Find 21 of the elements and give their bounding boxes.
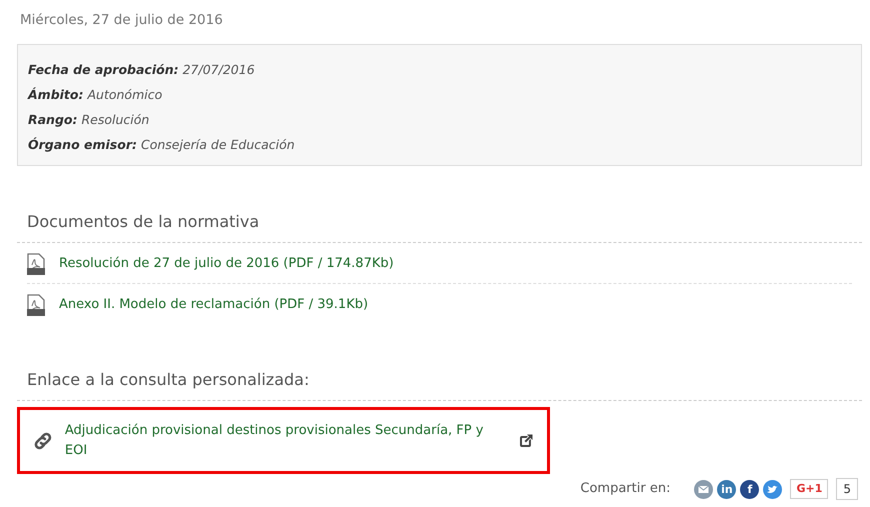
share-icon[interactable]: f [740,480,760,498]
section-heading: Documentos de la normativa [17,210,862,243]
pdf-file-icon [27,294,45,316]
pdf-file-icon [27,253,45,275]
info-line: Rango: Resolución [28,111,150,129]
external-link[interactable]: Adjudicación provisional destinos provisionales Secundaría, FP y EOI [64,421,508,460]
document-link[interactable]: Resolución de 27 de julio de 2016 (PDF / 174.87Kb) [59,254,394,274]
share-icon[interactable]: in [717,480,736,498]
share-count: 5 [836,478,858,500]
info-line: Órgano emisor: Consejería de Educación [28,136,296,154]
link-icon [33,430,53,450]
info-line: Fecha de aprobación: 27/07/2016 [28,61,256,79]
share-label: Compartir en: [580,480,670,498]
section-heading: Enlace a la consulta personalizada: [17,368,862,401]
date-text: Miércoles, 27 de julio de 2016 [19,11,224,30]
document-link[interactable]: Anexo II. Modelo de reclamación (PDF / 39.1Kb) [59,295,368,315]
info-line: Ámbito: Autonómico [28,86,164,104]
mail-icon[interactable] [694,480,714,498]
bird-icon[interactable] [763,480,782,498]
external-link-icon [519,433,534,448]
plus-one-button[interactable]: G+1 [790,478,828,500]
